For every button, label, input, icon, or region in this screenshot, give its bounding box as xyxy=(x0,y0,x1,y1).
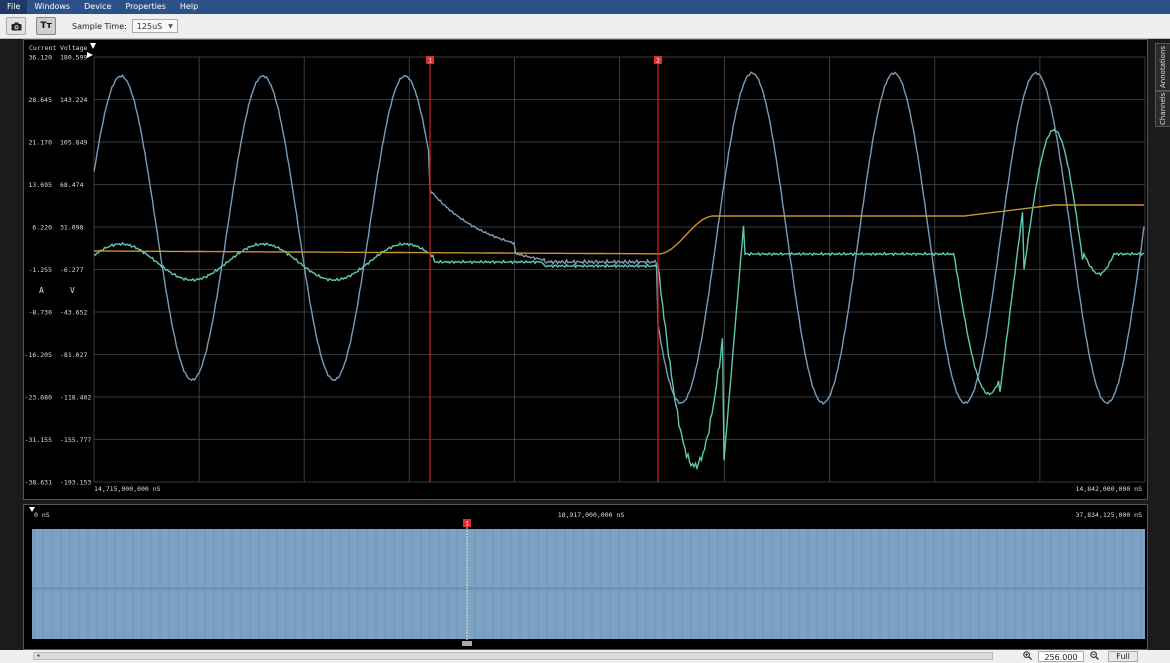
current-tick-label: 6.220 xyxy=(32,224,52,232)
main-plot[interactable]: 36.120 180.599 28.645 143.224 21.170 105.849 1… xyxy=(23,39,1148,500)
right-side-panel: Annotations Channels xyxy=(1148,39,1170,663)
cursor-1-label: 1 xyxy=(428,58,432,65)
bottom-bar: ◂ 256.000 Full xyxy=(0,650,1170,663)
overview-band xyxy=(32,529,1145,639)
cursor-2[interactable]: 2 xyxy=(654,56,662,482)
time-marker-icon[interactable] xyxy=(90,43,96,49)
toolbar: Tт Sample Time: 125uS ▼ xyxy=(0,14,1170,39)
voltage-tick-label: -193.153 xyxy=(60,479,91,487)
current-unit-label: A xyxy=(39,286,44,295)
voltage-tick-label: -155.777 xyxy=(60,436,91,444)
current-tick-label: 28.645 xyxy=(29,96,53,104)
current-tick-label: 36.120 xyxy=(29,54,53,62)
current-tick-label: -16.205 xyxy=(25,351,52,359)
overview-svg: 0 nS 18,917,000,000 nS 37,834,125,000 nS… xyxy=(29,507,1145,646)
overview-midline xyxy=(32,587,1145,590)
overview-panel[interactable]: 0 nS 18,917,000,000 nS 37,834,125,000 nS… xyxy=(23,504,1148,650)
menu-windows[interactable]: Windows xyxy=(27,0,77,14)
level-marker-icon[interactable] xyxy=(87,52,93,58)
voltage-tick-label: -81.027 xyxy=(60,351,87,359)
y-axis-ticks: 36.120 180.599 28.645 143.224 21.170 105.849 1… xyxy=(25,54,92,487)
overview-mid-label: 18,917,000,000 nS xyxy=(558,511,625,519)
plot-grid xyxy=(93,56,1146,483)
tab-channels-label: Channels xyxy=(1159,92,1167,126)
x-start-label: 14,715,000,000 nS xyxy=(94,485,161,493)
current-tick-label: -8.730 xyxy=(29,309,53,317)
voltage-tick-label: -118.402 xyxy=(60,394,91,402)
text-toggle-label: Tт xyxy=(40,21,52,31)
voltage-axis-header: Voltage xyxy=(60,44,87,52)
overview-cursor-label: 1 xyxy=(465,521,469,528)
menu-help[interactable]: Help xyxy=(173,0,205,14)
voltage-tick-label: -6.277 xyxy=(60,266,84,274)
voltage-tick-label: 143.224 xyxy=(60,96,87,104)
overview-end-label: 37,834,125,000 nS xyxy=(1075,511,1142,519)
overview-start-label: 0 nS xyxy=(34,511,50,519)
current-tick-label: 21.170 xyxy=(29,139,53,147)
main-plot-svg: 36.120 180.599 28.645 143.224 21.170 105.849 1… xyxy=(25,43,1146,493)
current-trace xyxy=(93,128,1144,471)
tab-channels[interactable]: Channels xyxy=(1155,91,1170,127)
tab-annotations-label: Annotations xyxy=(1159,45,1167,89)
text-toggle-button[interactable]: Tт xyxy=(36,17,56,35)
cursor-2-label: 2 xyxy=(656,58,660,65)
sample-time-value: 125uS xyxy=(136,21,163,31)
current-tick-label: -38.631 xyxy=(25,479,52,487)
cursor-1[interactable]: 1 xyxy=(426,56,434,482)
horizontal-scrollbar[interactable]: ◂ xyxy=(33,652,993,660)
current-tick-label: -31.155 xyxy=(25,436,52,444)
voltage-tick-label: 105.849 xyxy=(60,139,87,147)
full-button[interactable]: Full xyxy=(1108,651,1138,662)
current-axis-header: Current xyxy=(29,44,56,52)
menu-device[interactable]: Device xyxy=(77,0,118,14)
overview-cursor-handle[interactable] xyxy=(462,641,472,646)
scroll-left-icon[interactable]: ◂ xyxy=(34,653,42,659)
zoom-out-icon[interactable] xyxy=(1088,651,1100,663)
voltage-tick-label: 31.098 xyxy=(60,224,84,232)
current-tick-label: -23.680 xyxy=(25,394,52,402)
menu-bar: File Windows Device Properties Help xyxy=(0,0,1170,14)
zoom-in-icon[interactable] xyxy=(1021,651,1033,663)
sample-time-label: Sample Time: xyxy=(72,21,127,31)
voltage-unit-label: V xyxy=(70,286,75,295)
chevron-down-icon: ▼ xyxy=(168,22,173,30)
current-tick-label: 13.695 xyxy=(29,181,53,189)
menu-file[interactable]: File xyxy=(0,0,28,14)
current-tick-label: -1.255 xyxy=(29,266,53,274)
traces xyxy=(93,71,1145,471)
voltage-tick-label: 180.599 xyxy=(60,54,87,62)
x-end-label: 14,842,000,000 nS xyxy=(1075,485,1142,493)
zoom-value-field[interactable]: 256.000 xyxy=(1038,651,1084,662)
voltage-tick-label: -43.652 xyxy=(60,309,87,317)
sample-time-select[interactable]: 125uS ▼ xyxy=(131,19,178,33)
overview-waveform xyxy=(32,529,1145,639)
voltage-tick-label: 68.474 xyxy=(60,181,84,189)
left-strip xyxy=(0,39,22,663)
menu-properties[interactable]: Properties xyxy=(118,0,172,14)
screenshot-button[interactable] xyxy=(6,17,26,35)
tab-annotations[interactable]: Annotations xyxy=(1155,43,1170,91)
camera-icon xyxy=(11,22,21,30)
